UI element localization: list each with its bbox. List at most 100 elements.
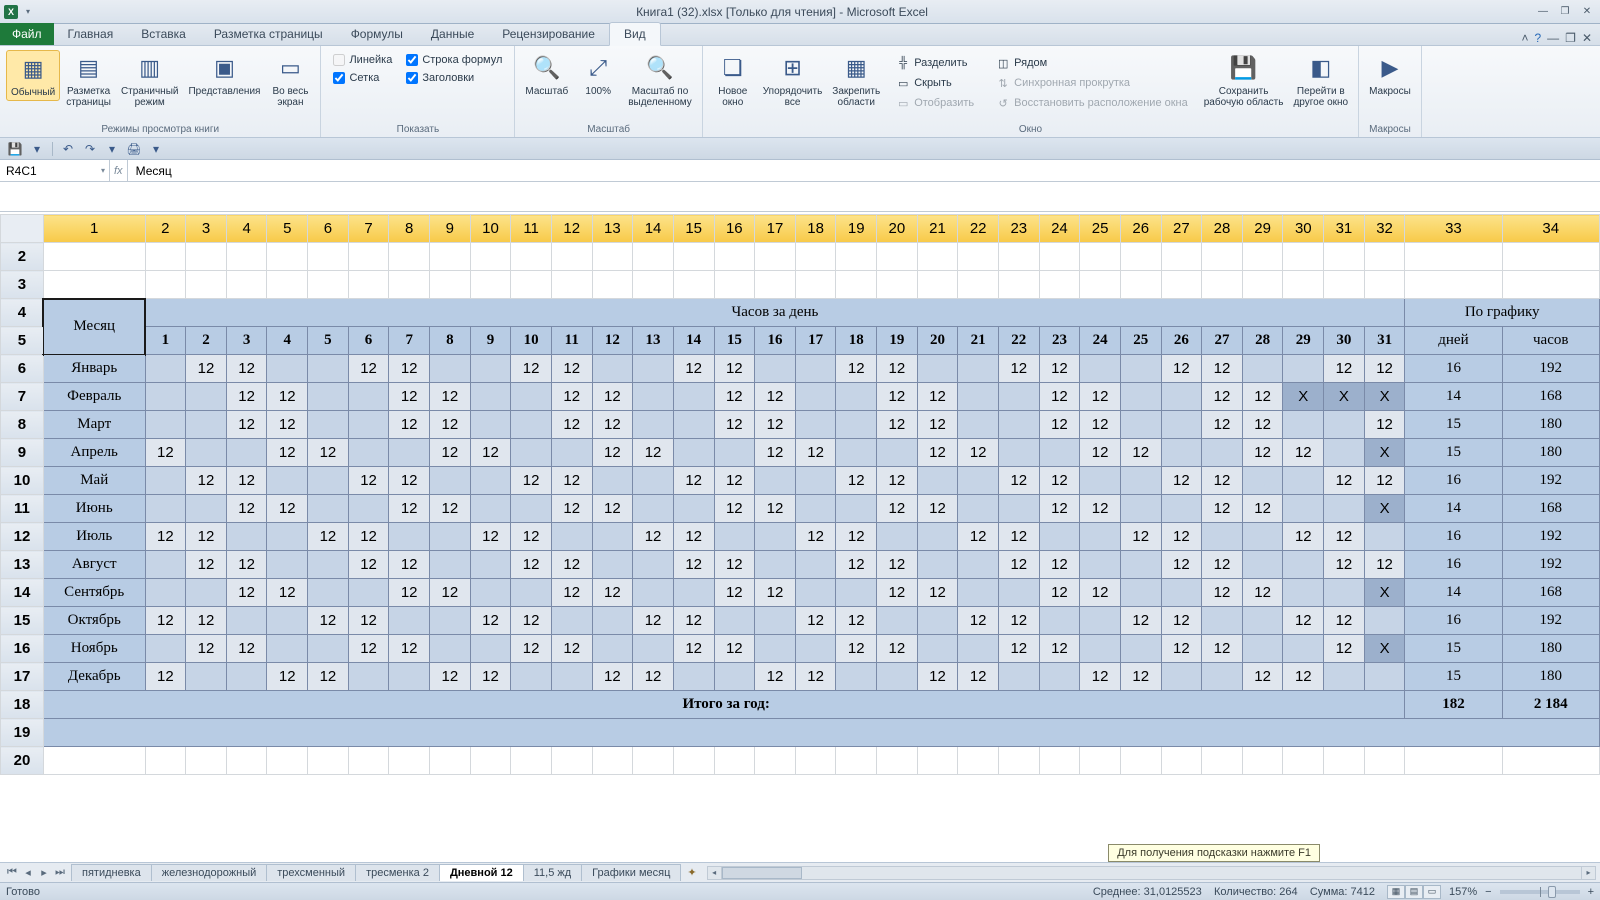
cell[interactable] <box>836 579 877 607</box>
cell[interactable] <box>43 747 145 775</box>
view-page-layout-button[interactable]: ▤Разметка страницы <box>62 50 115 110</box>
cell[interactable] <box>470 495 511 523</box>
cell[interactable]: 12 <box>551 635 592 663</box>
cell[interactable] <box>348 747 389 775</box>
cell[interactable]: 12 <box>1039 495 1080 523</box>
cell[interactable]: 12 <box>430 411 471 439</box>
cell[interactable] <box>308 271 349 299</box>
cell[interactable] <box>308 579 349 607</box>
formula-bar-checkbox[interactable]: Строка формул <box>406 54 502 66</box>
doc-restore-icon[interactable]: ❐ <box>1565 31 1576 45</box>
cell[interactable] <box>755 607 796 635</box>
cell[interactable] <box>592 243 633 271</box>
doc-close-icon[interactable]: ✕ <box>1582 31 1592 45</box>
cell[interactable] <box>267 523 308 551</box>
cell[interactable]: 12 <box>1161 551 1202 579</box>
cell[interactable]: часов <box>1502 327 1600 355</box>
cell[interactable] <box>917 607 958 635</box>
cell[interactable]: 12 <box>877 495 918 523</box>
cell[interactable]: 12 <box>267 383 308 411</box>
doc-minimize-icon[interactable]: — <box>1547 31 1559 45</box>
cell[interactable] <box>958 551 999 579</box>
cell[interactable] <box>1039 523 1080 551</box>
cell[interactable]: 12 <box>633 607 674 635</box>
cell[interactable]: 12 <box>755 579 796 607</box>
cell[interactable]: 12 <box>1080 663 1121 691</box>
cell[interactable]: 12 <box>1283 607 1324 635</box>
cell[interactable] <box>1324 495 1365 523</box>
gridlines-checkbox[interactable]: Сетка <box>333 72 392 84</box>
cell[interactable]: 12 <box>1039 355 1080 383</box>
cell[interactable]: 30 <box>1324 327 1365 355</box>
cell[interactable]: Февраль <box>43 383 145 411</box>
cell[interactable]: Октябрь <box>43 607 145 635</box>
cell[interactable] <box>958 635 999 663</box>
cell[interactable] <box>267 747 308 775</box>
sheet-tab[interactable]: тресменка 2 <box>355 864 440 881</box>
cell[interactable]: 12 <box>998 551 1039 579</box>
cell[interactable] <box>836 495 877 523</box>
cell[interactable]: 12 <box>917 663 958 691</box>
cell[interactable]: 15 <box>1405 411 1502 439</box>
cell[interactable] <box>917 355 958 383</box>
cell[interactable] <box>592 747 633 775</box>
cell[interactable] <box>1242 747 1283 775</box>
cell[interactable]: 192 <box>1502 355 1600 383</box>
cell[interactable]: 12 <box>673 635 714 663</box>
cell[interactable] <box>917 271 958 299</box>
cell[interactable] <box>1283 467 1324 495</box>
view-break-icon[interactable]: ▭ <box>1423 885 1441 899</box>
cell[interactable]: 12 <box>633 663 674 691</box>
cell[interactable] <box>795 551 836 579</box>
scroll-thumb[interactable] <box>722 867 802 879</box>
sheet-tab[interactable]: Графики месяц <box>581 864 681 881</box>
cell[interactable] <box>1283 355 1324 383</box>
cell[interactable]: 12 <box>1324 635 1365 663</box>
cell[interactable]: 28 <box>1242 327 1283 355</box>
cell[interactable] <box>633 747 674 775</box>
cell[interactable] <box>43 243 145 271</box>
cell[interactable]: 12 <box>389 495 430 523</box>
cell[interactable] <box>958 747 999 775</box>
row-header[interactable]: 17 <box>1 663 44 691</box>
cell[interactable] <box>145 243 186 271</box>
cell[interactable] <box>592 355 633 383</box>
cell[interactable]: X <box>1324 383 1365 411</box>
cell[interactable]: 12 <box>1283 439 1324 467</box>
cell[interactable]: 12 <box>186 523 227 551</box>
cell[interactable] <box>1324 411 1365 439</box>
cell[interactable]: 12 <box>673 467 714 495</box>
cell[interactable] <box>186 747 227 775</box>
qat-dropdown-icon-2[interactable]: ▾ <box>147 141 165 157</box>
cell[interactable]: 12 <box>836 355 877 383</box>
cell[interactable] <box>714 523 755 551</box>
cell[interactable] <box>633 271 674 299</box>
cell[interactable]: X <box>1364 495 1405 523</box>
cell[interactable]: 12 <box>511 607 552 635</box>
cell[interactable]: 12 <box>1324 355 1365 383</box>
cell[interactable]: 12 <box>958 663 999 691</box>
cell[interactable] <box>958 467 999 495</box>
cell[interactable] <box>1080 635 1121 663</box>
cell[interactable] <box>267 607 308 635</box>
cell[interactable]: 25 <box>1120 327 1161 355</box>
cell[interactable] <box>1364 663 1405 691</box>
cell[interactable]: 16 <box>755 327 796 355</box>
sheet-tab[interactable]: Дневной 12 <box>439 864 524 881</box>
cell[interactable] <box>1039 243 1080 271</box>
cell[interactable]: 12 <box>430 495 471 523</box>
cell[interactable] <box>267 271 308 299</box>
cell[interactable] <box>551 747 592 775</box>
cell[interactable]: 16 <box>1405 607 1502 635</box>
cell[interactable] <box>1120 383 1161 411</box>
row-header[interactable]: 9 <box>1 439 44 467</box>
cell[interactable]: 12 <box>430 439 471 467</box>
cell[interactable] <box>633 635 674 663</box>
cell[interactable]: 12 <box>145 663 186 691</box>
cell[interactable]: 12 <box>1364 355 1405 383</box>
reset-window-button[interactable]: ↺Восстановить расположение окна <box>992 94 1192 112</box>
cell[interactable]: 1 <box>145 327 186 355</box>
cell[interactable] <box>917 635 958 663</box>
cell[interactable] <box>714 243 755 271</box>
column-header[interactable]: 30 <box>1283 215 1324 243</box>
